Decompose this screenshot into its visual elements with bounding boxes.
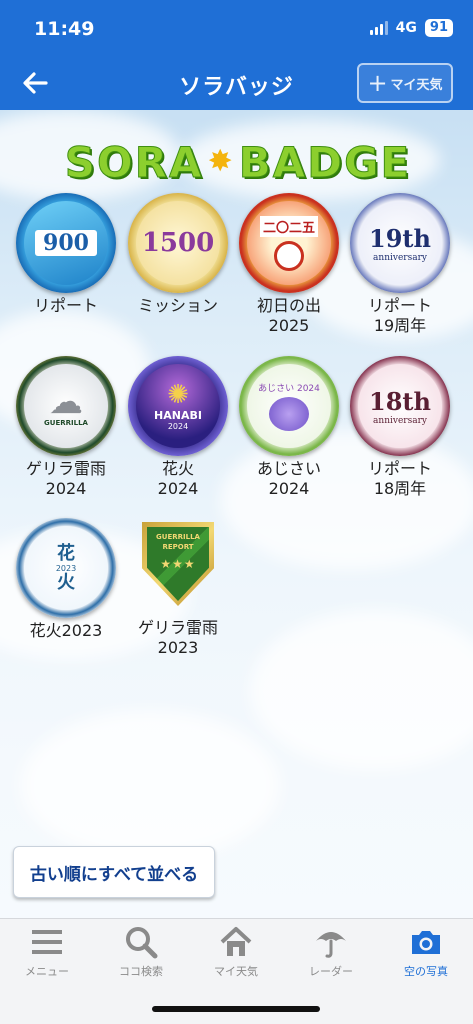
sun-icon: ✸ — [207, 144, 235, 179]
tab-label: メニュー — [25, 965, 69, 978]
badge-guerrilla-rain-2023[interactable]: GUERRILLA REPORT ★★★ ゲリラ雷雨 2023 — [122, 518, 234, 658]
badge-new-year-sunrise-2025[interactable]: 二〇二五 初日の出 2025 — [233, 193, 345, 336]
tab-my-weather[interactable]: マイ天気 — [189, 925, 283, 987]
badge-label: リポート — [33, 296, 98, 315]
badge-label: リポート 19周年 — [367, 296, 432, 335]
sort-oldest-first-button[interactable]: 古い順にすべて並べる — [13, 846, 215, 898]
tab-radar[interactable]: レーダー — [284, 925, 378, 987]
stars-icon: ★★★ — [160, 557, 196, 571]
network-type: 4G — [395, 20, 417, 36]
badge-hydrangea-2024[interactable]: あじさい 2024 あじさい 2024 — [233, 356, 345, 499]
status-indicators: 4G 91 — [369, 19, 453, 37]
add-my-weather-button[interactable]: + マイ天気 — [357, 63, 453, 103]
badge-report-18th[interactable]: 18th anniversary リポート 18周年 — [344, 356, 456, 499]
fireworks-icon: ✺ — [167, 380, 189, 410]
tab-label: 空の写真 — [404, 965, 448, 978]
badge-medal: 19th anniversary — [350, 193, 450, 293]
battery-indicator: 91 — [424, 19, 453, 37]
snake-icon — [274, 240, 304, 271]
badge-medal: ☁ GUERRILLA — [16, 356, 116, 456]
badge-label: リポート 18周年 — [367, 459, 432, 498]
badge-label: 花火 2024 — [157, 459, 199, 498]
home-indicator — [152, 1006, 320, 1012]
hydrangea-icon — [269, 397, 309, 431]
badge-medal: あじさい 2024 — [239, 356, 339, 456]
status-time: 11:49 — [34, 18, 95, 40]
badge-fireworks-2023[interactable]: 花 2023 火 花火2023 — [10, 518, 122, 641]
badge-medal: 二〇二五 — [239, 193, 339, 293]
badge-guerrilla-rain-2024[interactable]: ☁ GUERRILLA ゲリラ雷雨 2024 — [10, 356, 122, 499]
plus-icon: + — [367, 69, 388, 97]
badge-report-19th[interactable]: 19th anniversary リポート 19周年 — [344, 193, 456, 336]
badge-medal: ✺ HANABI 2024 — [128, 356, 228, 456]
status-bar: 11:49 4G 91 — [0, 0, 473, 58]
badge-report-900[interactable]: 900 リポート — [10, 193, 122, 316]
tab-label: レーダー — [309, 965, 353, 978]
umbrella-icon — [316, 932, 346, 958]
tab-label: ココ検索 — [119, 965, 163, 978]
badge-label: ゲリラ雷雨 2024 — [25, 459, 106, 498]
tab-menu[interactable]: メニュー — [0, 925, 94, 987]
search-icon — [126, 927, 158, 959]
my-weather-label: マイ天気 — [390, 77, 443, 93]
badge-fireworks-2024[interactable]: ✺ HANABI 2024 花火 2024 — [122, 356, 234, 499]
tab-sky-photos[interactable]: 空の写真 — [379, 925, 473, 987]
sora-badge-logo: SORA ✸ BADGE — [64, 137, 412, 187]
badge-medal: 18th anniversary — [350, 356, 450, 456]
menu-icon — [32, 930, 62, 954]
badge-mission-1500[interactable]: 1500 ミッション — [122, 193, 234, 316]
thunder-cloud-icon: ☁ — [49, 382, 83, 422]
badge-medal: 花 2023 火 — [16, 518, 116, 618]
nav-bar: ソラバッジ + マイ天気 — [0, 58, 473, 110]
badge-label: 初日の出 2025 — [256, 296, 321, 335]
tab-search[interactable]: ココ検索 — [94, 925, 188, 987]
badge-label: ゲリラ雷雨 2023 — [137, 618, 218, 657]
badge-label: 花火2023 — [29, 621, 103, 640]
badge-medal: 1500 — [128, 193, 228, 293]
signal-icon — [369, 21, 388, 35]
badge-label: ミッション — [137, 296, 218, 315]
badge-medal: 900 — [16, 193, 116, 293]
badge-medal: GUERRILLA REPORT ★★★ — [136, 522, 220, 614]
camera-icon — [412, 931, 440, 954]
badge-label: あじさい 2024 — [256, 459, 321, 498]
home-icon — [220, 927, 252, 956]
tab-label: マイ天気 — [214, 965, 258, 978]
